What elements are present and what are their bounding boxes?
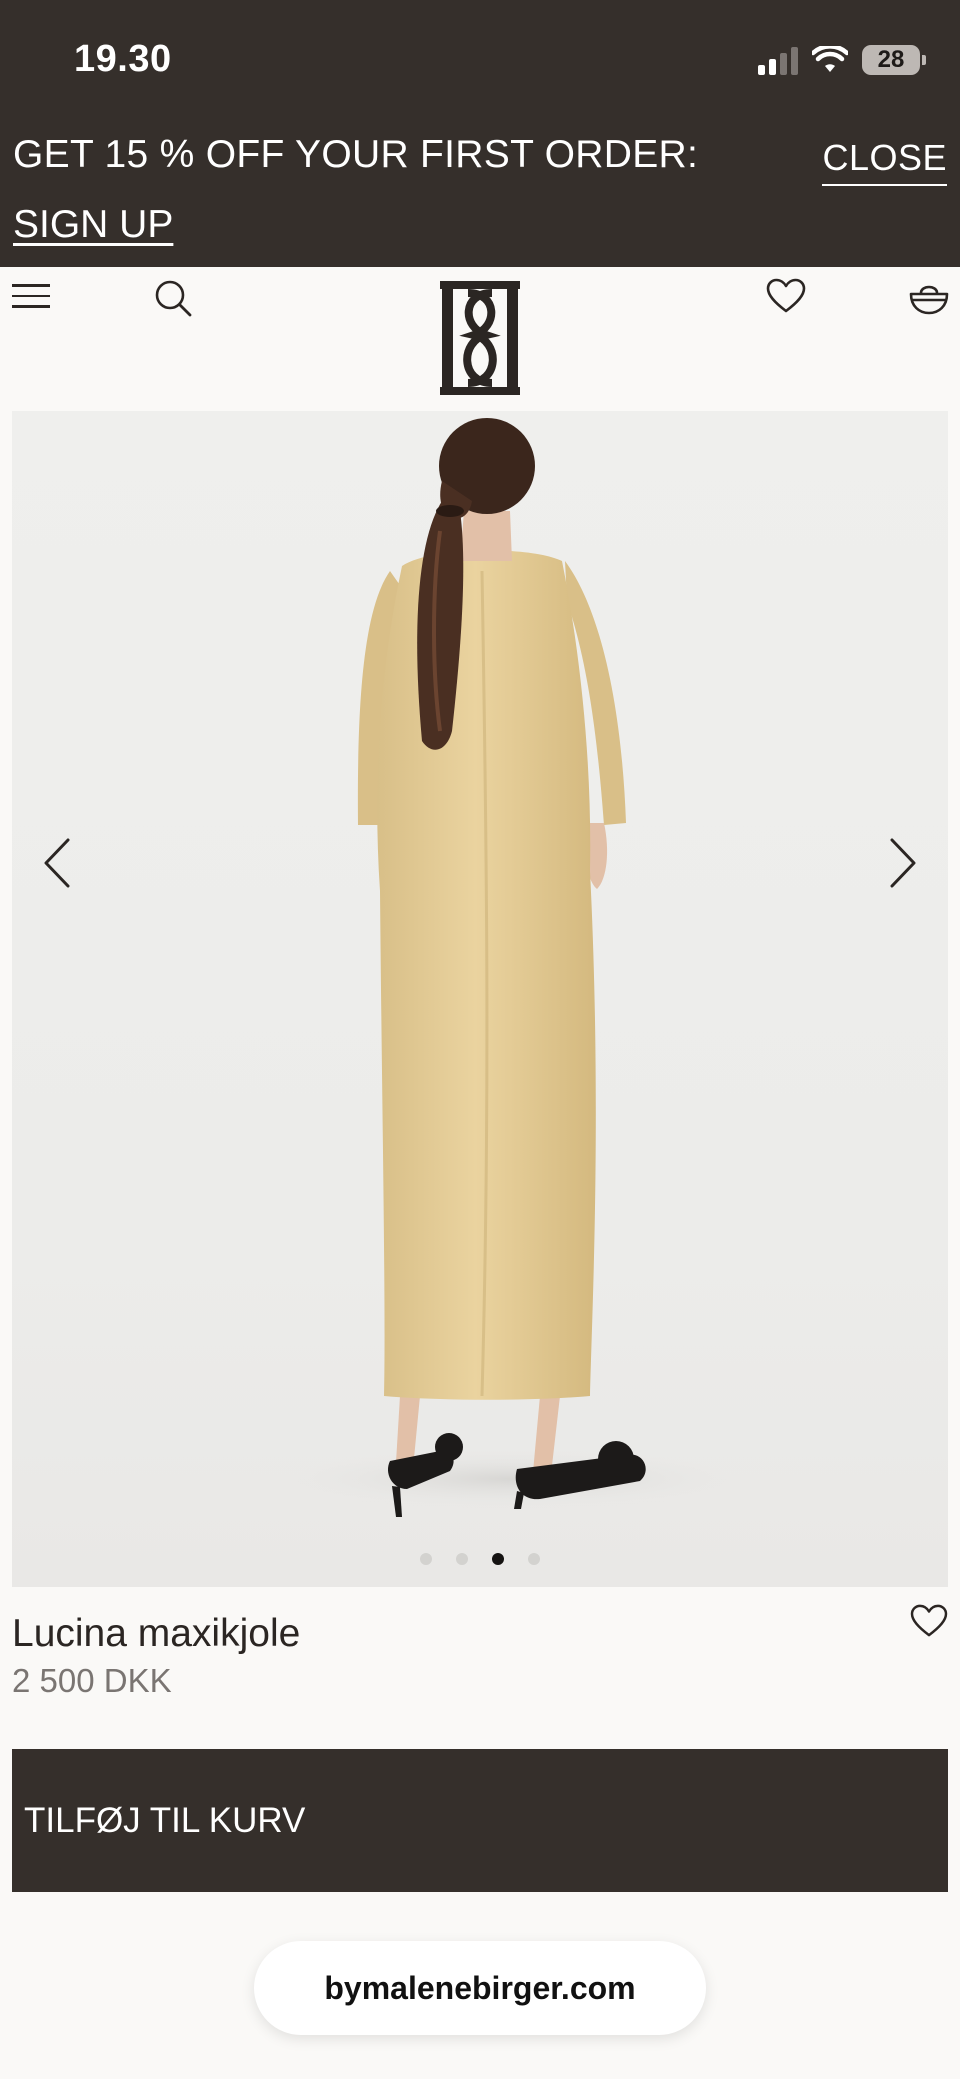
- basket-icon[interactable]: [908, 280, 950, 316]
- product-image-carousel[interactable]: [12, 411, 948, 1587]
- carousel-pagination: [12, 1553, 948, 1565]
- search-icon[interactable]: [154, 279, 194, 319]
- add-to-wishlist-heart-icon[interactable]: [910, 1604, 948, 1638]
- top-banner-area: 19.30 28 GET 15 % OFF YOUR FIRST ORDER: …: [0, 0, 960, 267]
- product-price: 2 500 DKK: [12, 1662, 172, 1699]
- wishlist-heart-icon[interactable]: [766, 278, 806, 314]
- promo-text: GET 15 % OFF YOUR FIRST ORDER:: [13, 133, 699, 176]
- site-header: [0, 267, 960, 407]
- signup-link[interactable]: SIGN UP: [13, 205, 173, 244]
- next-image-arrow-icon[interactable]: [888, 838, 918, 888]
- brand-logo[interactable]: [436, 279, 524, 397]
- status-time: 19.30: [74, 38, 172, 80]
- status-icons: 28: [758, 40, 926, 80]
- carousel-dot-active[interactable]: [492, 1553, 504, 1565]
- menu-icon[interactable]: [12, 284, 50, 310]
- wifi-icon: [812, 46, 848, 72]
- browser-url-bar[interactable]: bymalenebirger.com: [254, 1941, 706, 2035]
- model-wearing-dress-image: [272, 418, 752, 1517]
- previous-image-arrow-icon[interactable]: [42, 838, 72, 888]
- close-button[interactable]: CLOSE: [822, 140, 947, 186]
- carousel-dot[interactable]: [528, 1553, 540, 1565]
- battery-icon: 28: [862, 45, 926, 75]
- carousel-dot[interactable]: [456, 1553, 468, 1565]
- cellular-signal-icon: [758, 45, 798, 75]
- carousel-dot[interactable]: [420, 1553, 432, 1565]
- product-name: Lucina maxikjole: [12, 1612, 301, 1655]
- add-to-cart-button[interactable]: TILFØJ TIL KURV: [12, 1749, 948, 1892]
